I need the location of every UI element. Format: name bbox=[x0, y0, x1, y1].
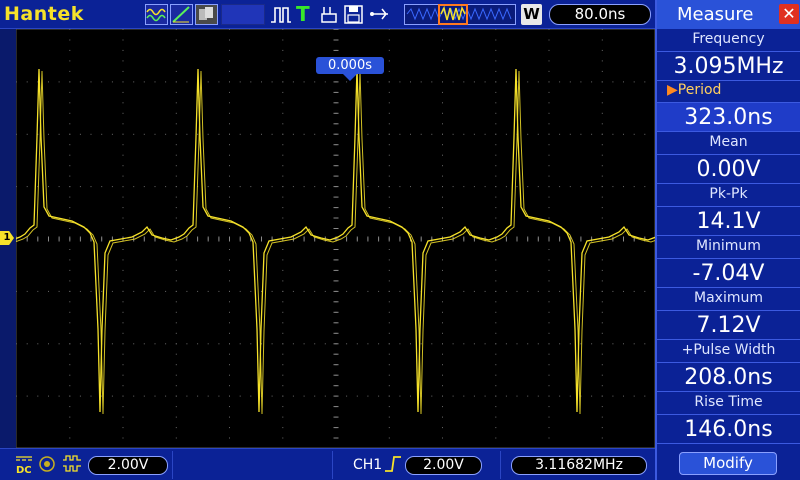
usb-icon[interactable] bbox=[368, 4, 392, 25]
memory-window-marker[interactable] bbox=[438, 4, 468, 25]
dc-coupling-icon[interactable]: DC bbox=[15, 455, 33, 477]
measure-label-mean: Mean bbox=[709, 134, 748, 150]
trigger-status-icon[interactable]: T bbox=[296, 2, 314, 26]
invert-icon[interactable] bbox=[62, 455, 84, 477]
measure-value-frequency[interactable]: 3.095MHz bbox=[657, 51, 800, 81]
measure-value-pulse-width[interactable]: 208.0ns bbox=[657, 362, 800, 392]
measure-label-pk-pk: Pk-Pk bbox=[709, 186, 748, 202]
persistence-icon[interactable] bbox=[195, 4, 218, 25]
top-toolbar: Hantek T W 80.0ns bbox=[0, 0, 655, 29]
bottom-status-bar: DC 2.00V CH1 2.00V 3.11682MHz bbox=[0, 448, 655, 480]
trigger-level-readout[interactable]: 2.00V bbox=[405, 456, 482, 475]
measure-value-pk-pk[interactable]: 14.1V bbox=[657, 206, 800, 236]
close-icon[interactable]: ✕ bbox=[779, 4, 799, 24]
divider bbox=[332, 451, 333, 479]
window-mode-badge[interactable]: W bbox=[521, 4, 542, 25]
measure-label-minimum: Minimum bbox=[696, 238, 761, 254]
print-icon[interactable] bbox=[320, 4, 340, 25]
waveform-display[interactable]: 0.000s bbox=[16, 29, 655, 448]
measure-value-rise-time[interactable]: 146.0ns bbox=[657, 414, 800, 444]
timebase-readout[interactable]: 80.0ns bbox=[549, 4, 651, 25]
save-disk-icon[interactable] bbox=[343, 4, 365, 25]
measure-value-minimum[interactable]: -7.04V bbox=[657, 258, 800, 288]
frequency-counter: 3.11682MHz bbox=[511, 456, 647, 475]
modify-button[interactable]: Modify bbox=[679, 452, 777, 475]
measure-value-mean[interactable]: 0.00V bbox=[657, 154, 800, 184]
measure-label-period: ▶Period bbox=[657, 80, 800, 100]
ch1-trace bbox=[16, 68, 655, 415]
svg-text:DC: DC bbox=[16, 465, 32, 475]
measure-label-pulse-width: +Pulse Width bbox=[681, 342, 776, 358]
measure-label-frequency: Frequency bbox=[692, 31, 765, 47]
divider bbox=[172, 451, 173, 479]
bandwidth-limit-icon[interactable] bbox=[38, 455, 56, 477]
measure-label-rise-time: Rise Time bbox=[694, 394, 763, 410]
pulse-trigger-icon[interactable] bbox=[270, 4, 292, 25]
trigger-source[interactable]: CH1 bbox=[353, 457, 382, 473]
status-slot bbox=[221, 4, 265, 25]
rising-edge-icon[interactable] bbox=[384, 455, 402, 477]
measure-value-maximum[interactable]: 7.12V bbox=[657, 310, 800, 340]
measure-value-period[interactable]: 323.0ns bbox=[657, 102, 800, 132]
measure-label-maximum: Maximum bbox=[694, 290, 763, 306]
trigger-position-label[interactable]: 0.000s bbox=[316, 57, 384, 74]
selected-arrow-icon: ▶ bbox=[667, 82, 678, 98]
measure-panel: Measure ✕ Frequency 3.095MHz ▶Period 323… bbox=[655, 0, 800, 480]
brand-logo: Hantek bbox=[4, 3, 84, 25]
ch1-volts-per-div[interactable]: 2.00V bbox=[88, 456, 168, 475]
ramp-waveform-icon[interactable] bbox=[170, 4, 193, 25]
measure-label-period-text: Period bbox=[677, 82, 722, 98]
divider bbox=[500, 451, 501, 479]
waveform-display-icon[interactable] bbox=[145, 4, 168, 25]
trigger-position-arrow-icon[interactable] bbox=[343, 74, 357, 81]
ch1-ground-marker-icon[interactable]: 1 bbox=[0, 231, 14, 245]
